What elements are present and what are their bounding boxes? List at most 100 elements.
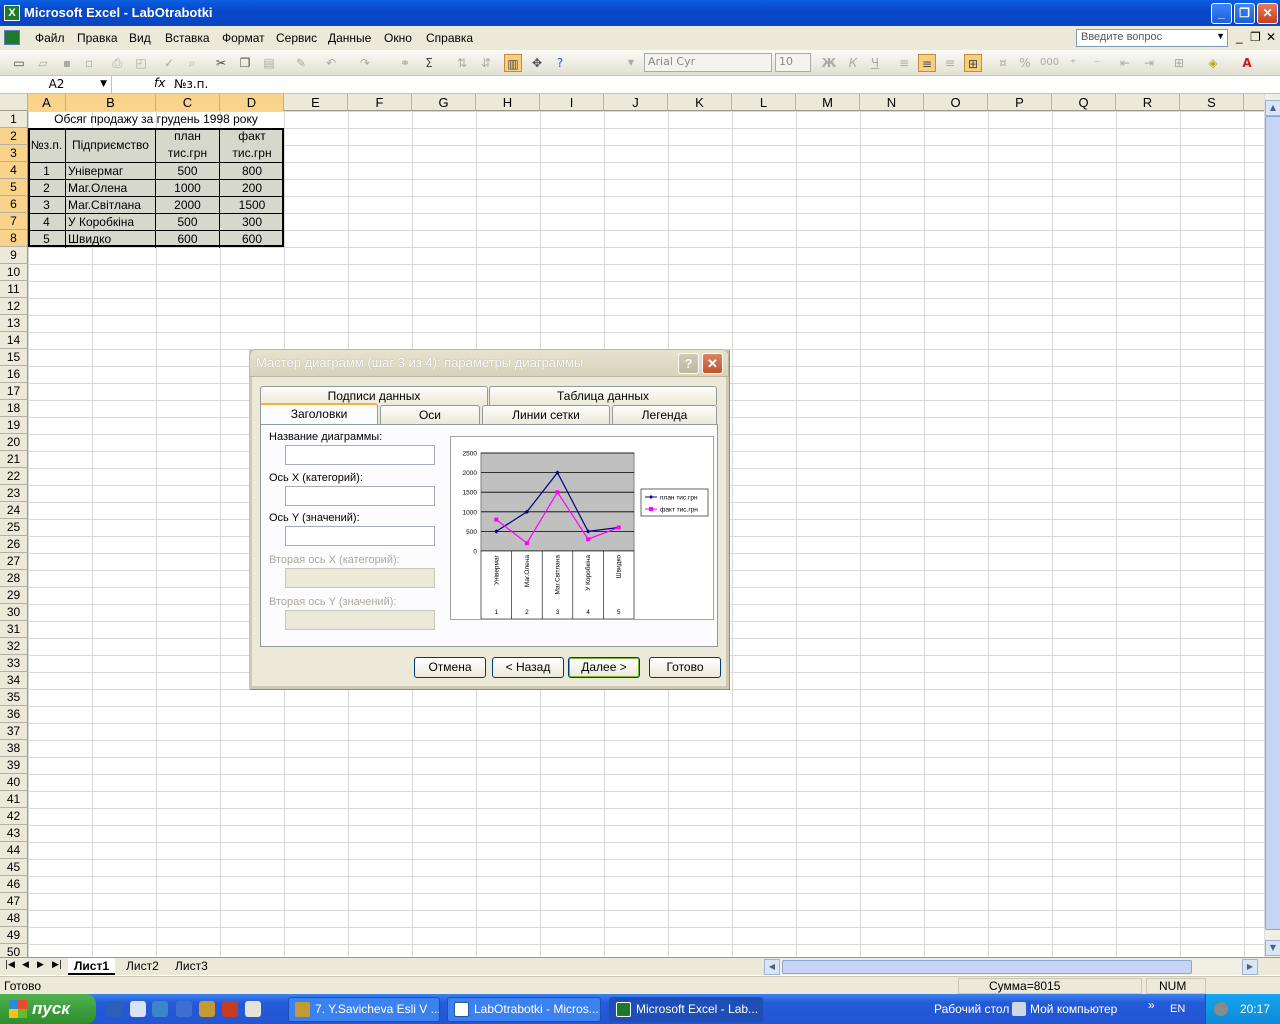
percent-button[interactable]: %	[1016, 54, 1034, 72]
row-header[interactable]: 30	[0, 604, 28, 621]
decrease-indent-icon[interactable]: ⇤	[1116, 54, 1134, 72]
toolbar-options-icon[interactable]: ▼	[622, 54, 640, 72]
row-header[interactable]: 22	[0, 468, 28, 485]
row-header[interactable]: 15	[0, 349, 28, 366]
row-header[interactable]: 7	[0, 213, 28, 230]
table-cell[interactable]: 4	[28, 213, 66, 231]
row-header[interactable]: 33	[0, 655, 28, 672]
y-axis-title-input[interactable]	[285, 526, 435, 546]
bold-button[interactable]: Ж	[820, 54, 838, 72]
doc-restore-button[interactable]: ❐	[1250, 30, 1261, 44]
row-header[interactable]: 17	[0, 383, 28, 400]
row-header[interactable]: 9	[0, 247, 28, 264]
column-header[interactable]: D	[220, 94, 284, 111]
close-button[interactable]: ✕	[1257, 3, 1278, 24]
tool-quicklaunch-icon[interactable]	[199, 1001, 215, 1017]
fill-color-icon[interactable]: ◈	[1204, 54, 1222, 72]
finish-button[interactable]: Готово	[649, 657, 721, 678]
column-header[interactable]: E	[284, 94, 348, 111]
chevron-down-icon[interactable]: ▼	[100, 76, 107, 93]
row-header[interactable]: 26	[0, 536, 28, 553]
tab-axes[interactable]: Оси	[380, 405, 480, 424]
cancel-button[interactable]: Отмена	[414, 657, 486, 678]
font-size-field[interactable]: 10	[775, 53, 811, 72]
column-header[interactable]: G	[412, 94, 476, 111]
menu-format[interactable]: Формат	[222, 31, 265, 45]
column-header[interactable]: H	[476, 94, 540, 111]
decrease-decimal-icon[interactable]: ⁻	[1088, 54, 1106, 72]
row-header[interactable]: 32	[0, 638, 28, 655]
table-cell[interactable]: 200	[220, 179, 284, 197]
row-header[interactable]: 6	[0, 196, 28, 213]
sort-descending-icon[interactable]: ⇵	[477, 54, 495, 72]
font-color-icon[interactable]: A	[1238, 54, 1256, 72]
row-header[interactable]: 41	[0, 791, 28, 808]
column-header[interactable]: J	[604, 94, 668, 111]
tab-data-table[interactable]: Таблица данных	[489, 386, 717, 405]
x-axis-title-input[interactable]	[285, 486, 435, 506]
column-header[interactable]: P	[988, 94, 1052, 111]
document-icon[interactable]	[4, 30, 20, 45]
table-cell[interactable]: 800	[220, 162, 284, 180]
task-document-1[interactable]: 7. Y.Savicheva Esli V ...	[288, 997, 440, 1022]
row-header[interactable]: 20	[0, 434, 28, 451]
sheet-tab-1[interactable]: Лист1	[68, 958, 116, 975]
research-icon[interactable]: ⌕	[183, 54, 201, 72]
column-header[interactable]: B	[66, 94, 156, 111]
table-cell[interactable]: 5	[28, 230, 66, 248]
currency-icon[interactable]: ¤	[994, 54, 1012, 72]
row-header[interactable]: 4	[0, 162, 28, 179]
table-cell[interactable]: Маг.Олена	[66, 179, 156, 197]
scroll-right-button[interactable]: ▶	[1242, 959, 1258, 975]
sheet-tab-2[interactable]: Лист2	[120, 958, 165, 975]
font-name-field[interactable]: Arial Cyr	[644, 53, 772, 72]
vertical-scroll-thumb[interactable]	[1265, 116, 1280, 930]
row-header[interactable]: 10	[0, 264, 28, 281]
row-header[interactable]: 27	[0, 553, 28, 570]
row-header[interactable]: 29	[0, 587, 28, 604]
redo-icon[interactable]: ↷	[356, 54, 374, 72]
row-header[interactable]: 1	[0, 111, 28, 128]
menu-view[interactable]: Вид	[129, 31, 151, 45]
name-box[interactable]: A2 ▼	[2, 76, 112, 93]
column-header[interactable]: C	[156, 94, 220, 111]
table-cell[interactable]: 500	[156, 162, 220, 180]
open-icon[interactable]: ▱	[34, 54, 52, 72]
task-document-2[interactable]: LabOtrabotki - Micros...	[447, 997, 601, 1022]
table-cell[interactable]: 600	[156, 230, 220, 248]
insert-function-icon[interactable]: fx	[154, 76, 165, 90]
header-plan-unit[interactable]: тис.грн	[156, 145, 220, 162]
doc-close-button[interactable]: ✕	[1266, 30, 1276, 44]
row-header[interactable]: 3	[0, 145, 28, 162]
doc-minimize-button[interactable]: _	[1236, 30, 1243, 44]
scroll-left-button[interactable]: ◀	[764, 959, 780, 975]
restore-button[interactable]: ❐	[1234, 3, 1255, 24]
row-header[interactable]: 36	[0, 706, 28, 723]
row-header[interactable]: 39	[0, 757, 28, 774]
prev-sheet-icon[interactable]: ◀	[22, 960, 29, 970]
row-header[interactable]: 35	[0, 689, 28, 706]
desktop-toolbar-label[interactable]: Рабочий стол	[934, 1002, 1009, 1016]
my-computer-label[interactable]: Мой компьютер	[1030, 1002, 1117, 1016]
row-header[interactable]: 40	[0, 774, 28, 791]
table-cell[interactable]: 1000	[156, 179, 220, 197]
permission-icon[interactable]: ▫	[80, 54, 98, 72]
table-cell[interactable]: 2000	[156, 196, 220, 214]
save-icon[interactable]: ▪	[58, 54, 76, 72]
table-cell[interactable]: 2	[28, 179, 66, 197]
table-cell[interactable]: Маг.Світлана	[66, 196, 156, 214]
row-header[interactable]: 28	[0, 570, 28, 587]
sort-ascending-icon[interactable]: ⇅	[453, 54, 471, 72]
ie-quicklaunch-icon[interactable]	[152, 1001, 168, 1017]
row-header[interactable]: 46	[0, 876, 28, 893]
desktop-quicklaunch-icon[interactable]	[107, 1001, 123, 1017]
tab-titles[interactable]: Заголовки	[260, 403, 378, 424]
language-indicator[interactable]: EN	[1170, 1003, 1185, 1015]
tab-gridlines[interactable]: Линии сетки	[482, 405, 610, 424]
row-header[interactable]: 37	[0, 723, 28, 740]
row-header[interactable]: 18	[0, 400, 28, 417]
row-header[interactable]: 12	[0, 298, 28, 315]
increase-decimal-icon[interactable]: ⁺	[1064, 54, 1082, 72]
row-header[interactable]: 19	[0, 417, 28, 434]
row-header[interactable]: 14	[0, 332, 28, 349]
